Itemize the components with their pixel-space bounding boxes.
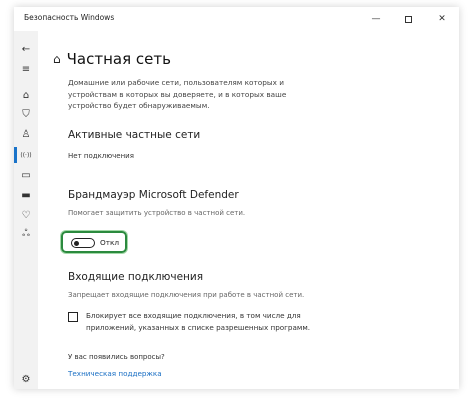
help-heading: У вас появились вопросы?: [68, 353, 165, 361]
block-incoming-checkbox[interactable]: [68, 312, 78, 322]
title-bar: Безопасность Windows — ✕: [14, 7, 459, 31]
family-icon[interactable]: ஃ: [18, 226, 34, 242]
back-arrow-icon[interactable]: ←: [18, 41, 34, 57]
settings-icon[interactable]: ⚙: [18, 371, 34, 387]
sidebar: ← ≡ ⌂ ⛉ ♙ ((·)) ▭ ▬ ♡ ஃ ⚙: [14, 31, 38, 389]
main-content: ⌂ Частная сеть Домашние или рабочие сети…: [38, 31, 459, 389]
block-incoming-label: Блокирует все входящие подключения, в то…: [86, 311, 311, 332]
maximize-icon: [404, 15, 412, 23]
health-icon[interactable]: ♡: [18, 207, 34, 223]
shield-icon[interactable]: ⛉: [18, 106, 34, 122]
home-network-icon: ⌂: [53, 52, 61, 66]
network-icon[interactable]: ((·)): [18, 147, 34, 163]
toggle-knob: [74, 240, 79, 246]
page-header: ⌂ Частная сеть: [53, 50, 171, 68]
close-button[interactable]: ✕: [426, 7, 458, 31]
menu-icon[interactable]: ≡: [18, 61, 34, 77]
minimize-button[interactable]: —: [360, 7, 392, 31]
maximize-button[interactable]: [392, 7, 424, 31]
window-title: Безопасность Windows: [24, 13, 115, 22]
firewall-heading: Брандмауэр Microsoft Defender: [68, 189, 239, 201]
account-icon[interactable]: ♙: [18, 126, 34, 142]
app-window: Безопасность Windows — ✕ ← ≡ ⌂ ⛉ ♙ ((·))…: [14, 7, 459, 389]
incoming-subtitle: Запрещает входящие подключения при работ…: [68, 291, 305, 299]
app-browser-icon[interactable]: ▭: [18, 167, 34, 183]
block-incoming-row: Блокирует все входящие подключения, в то…: [68, 310, 328, 333]
page-description: Домашние или рабочие сети, пользователям…: [68, 78, 287, 110]
firewall-toggle[interactable]: [71, 238, 95, 248]
support-link[interactable]: Техническая поддержка: [68, 369, 162, 378]
selected-indicator: [14, 147, 17, 163]
device-security-icon[interactable]: ▬: [18, 187, 34, 203]
firewall-toggle-highlight: Откл: [61, 231, 127, 253]
active-networks-value: Нет подключения: [68, 152, 134, 160]
page-title: Частная сеть: [66, 50, 171, 68]
incoming-heading: Входящие подключения: [68, 271, 204, 283]
home-icon[interactable]: ⌂: [18, 87, 34, 103]
firewall-toggle-label: Откл: [100, 238, 120, 247]
firewall-subtitle: Помогает защитить устройство в частной с…: [68, 209, 246, 217]
active-networks-heading: Активные частные сети: [68, 129, 201, 141]
